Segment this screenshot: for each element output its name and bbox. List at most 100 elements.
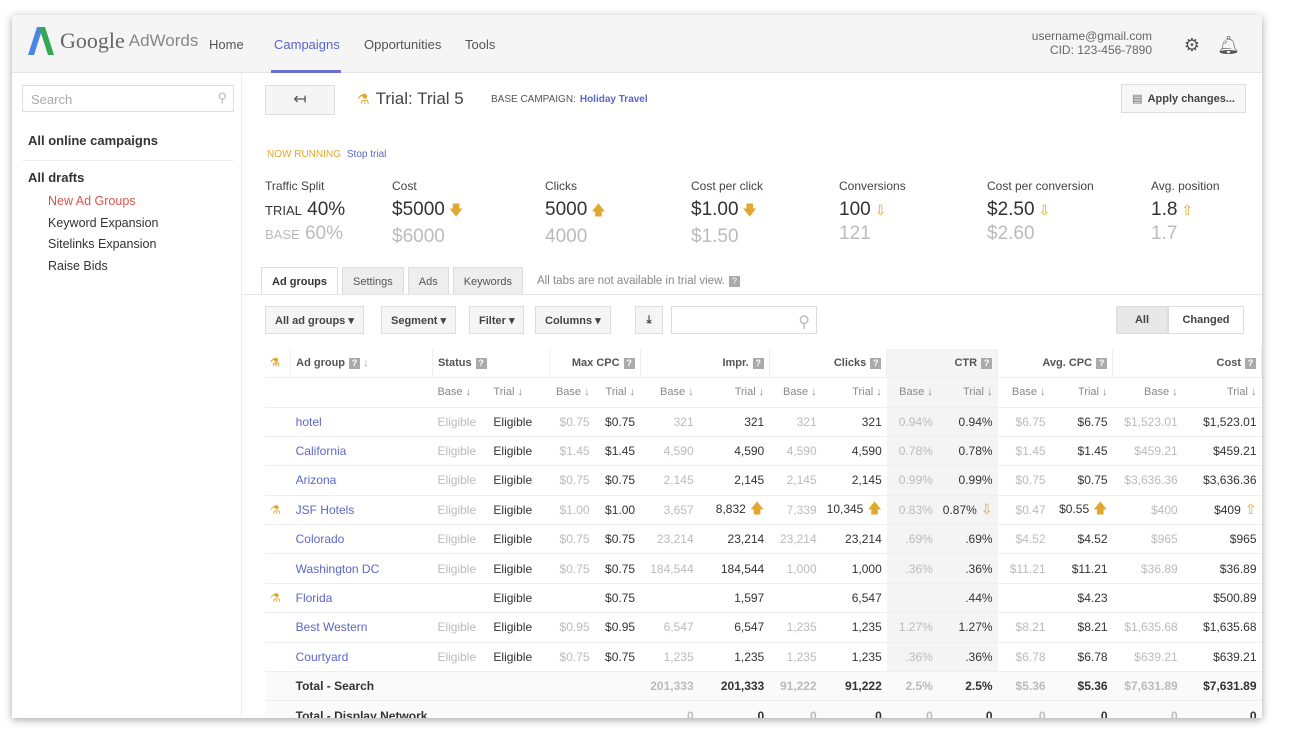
ad-group-name[interactable]: California [290, 436, 433, 467]
subcolumn-header[interactable]: Base ↓ [432, 377, 489, 408]
cell-value: $0.75 [559, 532, 590, 547]
subcolumn-label: Base [1144, 386, 1170, 398]
sidebar-item-new-ad-groups[interactable]: New Ad Groups [48, 194, 136, 208]
flask-icon: ⚗ [357, 91, 370, 107]
sidebar-all-drafts[interactable]: All drafts [28, 170, 84, 185]
cell-value: $7,631.89 [1203, 679, 1257, 694]
stop-trial-link[interactable]: Stop trial [347, 149, 386, 160]
help-icon[interactable]: ? [981, 357, 993, 369]
help-icon[interactable]: ? [1245, 357, 1256, 369]
sidebar-item-keyword-expansion[interactable]: Keyword Expansion [48, 216, 158, 230]
column-header[interactable]: Avg. CPC? [997, 349, 1114, 378]
help-icon[interactable]: ? [1096, 357, 1108, 369]
cell-value: 23,214 [845, 532, 882, 547]
nav-home[interactable]: Home [209, 37, 244, 52]
nav-campaigns[interactable]: Campaigns [274, 37, 340, 52]
cell-value: 1,235 [786, 649, 817, 664]
stat-base-value: 4000 [545, 226, 606, 248]
subcolumn-header[interactable]: Trial ↓ [488, 377, 550, 408]
base-cell: Eligible [432, 495, 489, 526]
tab-ad-groups[interactable]: Ad groups [261, 267, 338, 294]
trial-title: ⚗ Trial: Trial 5 [357, 89, 464, 109]
stat-label: Cost per conversion [987, 179, 1094, 193]
cell-value: 6,547 [663, 620, 694, 635]
subcolumn-header[interactable]: Trial ↓ [1182, 377, 1262, 408]
stat-trial-value: 1.8 ⇧ [1151, 199, 1220, 221]
changed-toggle-button[interactable]: Changed [1168, 306, 1244, 334]
cell-value: 0 [1038, 708, 1046, 718]
cell-value: Eligible [493, 502, 533, 517]
subcolumn-header[interactable]: Base ↓ [769, 377, 822, 408]
sidebar-search-input[interactable]: Search ⚲ [22, 85, 234, 112]
table-row: ⚗ Florida Eligible $0.75 1,597 6,547 .44% $4.23… [265, 583, 1262, 614]
filter-dropdown[interactable]: Filter ▾ [469, 306, 525, 334]
trial-cell: $4.23 [1050, 583, 1113, 614]
download-button[interactable]: ⤓ [635, 306, 663, 334]
column-header[interactable]: Cost? [1112, 349, 1262, 378]
apply-changes-button[interactable]: ▤ Apply changes... [1121, 84, 1246, 113]
tab-settings[interactable]: Settings [342, 267, 404, 294]
trial-cell: $36.89 [1182, 553, 1262, 584]
base-cell: $3,636.36 [1112, 465, 1183, 496]
column-header[interactable]: Clicks? [769, 349, 888, 378]
ad-group-name[interactable]: Arizona [290, 465, 433, 496]
base-campaign-link[interactable]: Holiday Travel [580, 94, 648, 105]
nav-tools[interactable]: Tools [465, 37, 495, 52]
ad-group-name[interactable]: Washington DC [290, 553, 433, 584]
help-icon[interactable]: ? [752, 357, 764, 369]
ad-group-name[interactable]: hotel [290, 407, 433, 437]
help-icon[interactable]: ? [349, 357, 361, 369]
all-toggle-button[interactable]: All [1116, 306, 1168, 334]
table-search-input[interactable]: ⚲ [671, 306, 817, 334]
ad-group-name[interactable]: Best Western [290, 612, 433, 643]
cell-value: $400 [1150, 502, 1178, 517]
ad-group-name[interactable]: Courtyard [290, 642, 433, 673]
subcolumn-header[interactable]: Trial ↓ [594, 377, 641, 408]
subcolumn-header[interactable]: Base ↓ [886, 377, 938, 408]
subcolumn-header[interactable]: Base ↓ [1112, 377, 1183, 408]
nav-opportunities[interactable]: Opportunities [364, 37, 441, 52]
subcolumn-header[interactable]: Trial ↓ [821, 377, 887, 408]
gear-icon[interactable]: ⚙ [1184, 35, 1200, 56]
subcolumn-header[interactable]: Base ↓ [997, 377, 1051, 408]
tab-ads[interactable]: Ads [407, 267, 449, 294]
subcolumn-header[interactable]: Trial ↓ [937, 377, 998, 408]
all-ad-groups-dropdown[interactable]: All ad groups ▾ [265, 306, 364, 334]
subcolumn-header[interactable]: Trial ↓ [1050, 377, 1113, 408]
calendar-icon: ▤ [1132, 93, 1143, 105]
tab-keywords[interactable]: Keywords [452, 267, 524, 294]
trial-cell: 321 [821, 407, 887, 437]
subcolumn-header[interactable]: Trial ↓ [698, 377, 770, 408]
trial-cell: $500.89 [1182, 583, 1262, 614]
ad-group-name[interactable]: Colorado [290, 524, 433, 555]
base-cell: 0.94% [886, 407, 938, 437]
help-icon[interactable]: ? [475, 357, 487, 369]
ad-group-name[interactable]: Florida [290, 583, 433, 614]
column-header[interactable]: Impr.? [640, 349, 770, 378]
subcolumn-header[interactable]: Base ↓ [549, 377, 595, 408]
column-header[interactable]: CTR? [886, 349, 999, 378]
cell-value: 4,590 [786, 444, 817, 459]
bell-icon[interactable]: 🔔︎ [1217, 35, 1240, 56]
help-icon[interactable]: ? [623, 357, 635, 369]
column-header[interactable]: Status? [432, 349, 551, 378]
sidebar-item-sitelinks-expansion[interactable]: Sitelinks Expansion [48, 237, 156, 251]
segment-dropdown[interactable]: Segment ▾ [381, 306, 457, 334]
base-cell: 0 [640, 700, 699, 718]
column-header[interactable]: Ad group? ↓ [290, 349, 433, 378]
base-cell: $36.89 [1112, 553, 1183, 584]
account-info[interactable]: username@gmail.com CID: 123-456-7890 [1032, 29, 1152, 57]
sidebar-all-online-campaigns[interactable]: All online campaigns [28, 133, 158, 148]
search-placeholder: Search [31, 92, 73, 107]
column-header[interactable]: Max CPC? [549, 349, 641, 378]
columns-dropdown[interactable]: Columns ▾ [535, 306, 611, 334]
help-icon[interactable]: ? [870, 357, 882, 369]
adwords-logo[interactable]: Google AdWords [28, 27, 198, 55]
back-button[interactable]: ↤ [265, 85, 335, 115]
cell-value: $965 [1229, 532, 1257, 547]
ad-group-name[interactable]: JSF Hotels [290, 495, 433, 526]
help-icon[interactable]: ? [728, 276, 740, 287]
cell-value: 0.78% [958, 444, 993, 459]
subcolumn-header[interactable]: Base ↓ [640, 377, 699, 408]
sidebar-item-raise-bids[interactable]: Raise Bids [48, 259, 108, 273]
